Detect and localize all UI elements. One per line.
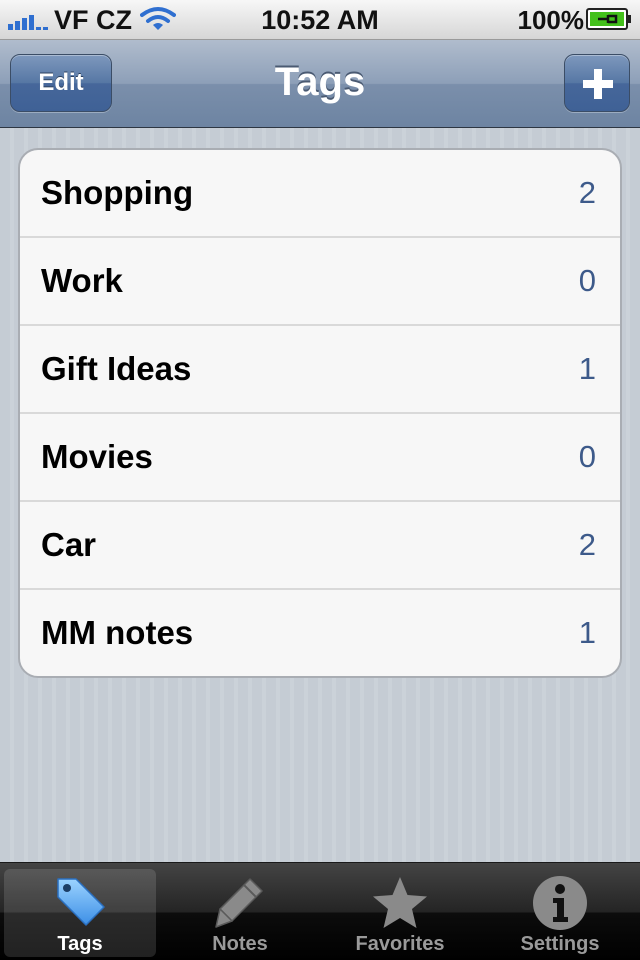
tag-name: MM notes: [41, 614, 194, 651]
tag-row[interactable]: MM notes 1: [20, 590, 620, 676]
tab-label: Favorites: [355, 933, 445, 955]
status-bar: VF CZ 10:52 AM 100%: [0, 0, 640, 40]
tab-label: Notes: [212, 933, 268, 955]
tag-count: 2: [578, 175, 596, 210]
tag-count: 1: [578, 615, 596, 650]
edit-button[interactable]: Edit: [10, 54, 112, 112]
tag-name: Work: [41, 262, 123, 299]
tab-label: Tags: [57, 933, 103, 955]
tag-count: 0: [578, 439, 596, 474]
tag-name: Car: [41, 526, 97, 563]
tag-row[interactable]: Shopping 2: [20, 150, 620, 238]
tag-row[interactable]: Car 2: [20, 502, 620, 590]
plus-icon: [583, 69, 613, 99]
tab-bar: Tags Notes Favorites Settings: [0, 862, 640, 960]
tab-settings[interactable]: Settings: [484, 869, 636, 957]
tag-count: 2: [578, 527, 596, 562]
pencil-icon: [215, 878, 263, 928]
tag-name: Shopping: [41, 174, 194, 211]
tag-row[interactable]: Movies 0: [20, 414, 620, 502]
battery-charging-icon: [586, 8, 631, 30]
tag-count: 0: [578, 263, 596, 298]
tag-name: Movies: [41, 438, 153, 475]
tag-name: Gift Ideas: [41, 350, 192, 387]
battery-percentage: 100%: [517, 5, 585, 35]
navigation-bar: Tags Edit: [0, 40, 640, 128]
tab-label: Settings: [520, 933, 600, 955]
tab-tags[interactable]: Tags: [4, 869, 156, 957]
star-icon: [373, 877, 427, 928]
tag-row[interactable]: Gift Ideas 1: [20, 326, 620, 414]
tag-icon: [57, 878, 105, 926]
tag-row[interactable]: Work 0: [20, 238, 620, 326]
tag-count: 1: [578, 351, 596, 386]
tab-notes[interactable]: Notes: [164, 869, 316, 957]
tab-favorites[interactable]: Favorites: [324, 869, 476, 957]
tag-list: Shopping 2 Work 0 Gift Ideas 1 Movies 0 …: [18, 148, 622, 678]
info-icon: [533, 876, 587, 930]
add-tag-button[interactable]: [564, 54, 630, 112]
